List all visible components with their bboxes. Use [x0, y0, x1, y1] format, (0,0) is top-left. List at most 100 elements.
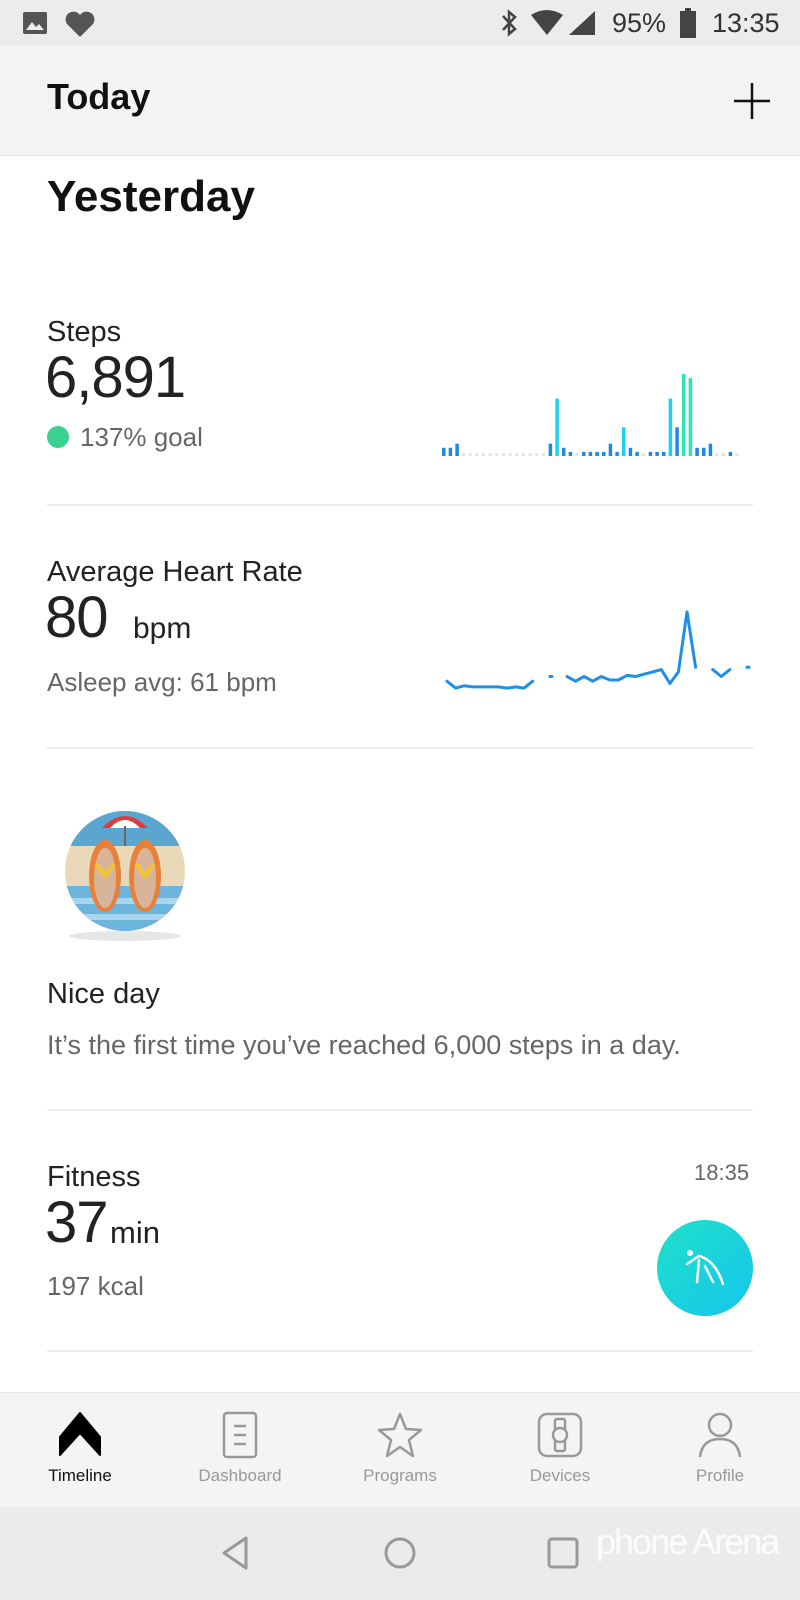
back-icon[interactable]: [220, 1535, 250, 1571]
steps-bar: [728, 451, 733, 456]
steps-bar: [448, 447, 453, 456]
achievement-title: Nice day: [47, 978, 160, 1010]
tab-profile[interactable]: Profile: [640, 1393, 800, 1508]
heart-rate-line: [711, 668, 732, 678]
section-title: Yesterday: [47, 172, 255, 221]
steps-chart: [442, 374, 739, 456]
heart-rate-chart: [445, 610, 751, 690]
page-title: Today: [47, 76, 151, 117]
steps-value: 6,891: [45, 345, 186, 410]
timeline-icon: [59, 1412, 101, 1456]
steps-bar: [722, 453, 725, 456]
system-nav-bar: phone Arena: [0, 1507, 800, 1600]
steps-bar: [555, 398, 559, 456]
steps-bar: [575, 453, 579, 456]
divider: [47, 1109, 753, 1111]
steps-bar: [475, 453, 479, 456]
steps-bar: [702, 447, 706, 456]
steps-bar: [642, 453, 645, 456]
steps-bar: [688, 378, 693, 456]
tab-label: Programs: [363, 1466, 437, 1485]
home-icon[interactable]: [382, 1535, 418, 1571]
divider: [47, 747, 753, 749]
asleep-average: Asleep avg: 61 bpm: [47, 667, 277, 697]
steps-bar: [682, 374, 686, 456]
flip-flops-badge-icon: [65, 811, 185, 941]
steps-bar: [542, 453, 545, 456]
steps-bar: [695, 447, 699, 456]
divider: [47, 1350, 753, 1352]
steps-card[interactable]: Steps 6,891 137% goal: [0, 300, 800, 505]
activity-icon[interactable]: [657, 1220, 753, 1316]
steps-bar: [662, 451, 666, 456]
steps-bar: [528, 453, 532, 456]
fitness-time: 18:35: [694, 1160, 750, 1185]
achievement-card[interactable]: Nice day It’s the first time you’ve reac…: [0, 790, 800, 1090]
steps-bar: [562, 447, 566, 456]
heart-icon: [65, 11, 95, 37]
heart-rate-card[interactable]: Average Heart Rate 80 bpm Asleep avg: 61…: [0, 540, 800, 745]
wifi-icon: [531, 10, 563, 35]
image-icon: [23, 12, 47, 34]
steps-bar: [495, 453, 499, 456]
steps-bar: [715, 453, 719, 456]
heart-rate-line: [445, 679, 535, 690]
steps-goal: 137% goal: [80, 422, 203, 452]
steps-bar: [502, 453, 505, 456]
steps-bar: [735, 453, 739, 456]
steps-bar: [615, 451, 619, 456]
steps-bar: [515, 453, 519, 456]
battery-percent: 95%: [612, 8, 667, 38]
header: Today: [0, 46, 800, 156]
signal-icon: [569, 11, 595, 35]
steps-bar: [535, 453, 539, 456]
steps-bar: [675, 427, 679, 456]
tab-dashboard[interactable]: Dashboard: [160, 1393, 320, 1508]
tab-timeline[interactable]: Timeline: [0, 1393, 160, 1508]
goal-dot-icon: [47, 426, 69, 448]
tab-label: Timeline: [48, 1466, 112, 1485]
steps-bar: [488, 453, 492, 456]
steps-bar: [568, 451, 573, 456]
battery-icon: [680, 8, 696, 38]
steps-bar: [648, 451, 653, 456]
plus-icon[interactable]: [733, 82, 771, 120]
steps-bar: [548, 443, 553, 456]
steps-bar: [628, 447, 633, 456]
bluetooth-icon: [502, 9, 517, 37]
steps-bar: [602, 451, 606, 456]
steps-bar: [595, 451, 599, 456]
watermark: phone Arena: [596, 1521, 780, 1562]
fitness-card[interactable]: Fitness 37 min 197 kcal 18:35: [0, 1145, 800, 1350]
steps-bar: [708, 443, 713, 456]
steps-bar: [588, 451, 593, 456]
divider: [47, 504, 753, 506]
steps-bar: [608, 443, 613, 456]
profile-icon: [698, 1412, 742, 1458]
dashboard-icon: [222, 1411, 258, 1459]
steps-bar: [468, 453, 472, 456]
tab-label: Profile: [695, 1466, 745, 1485]
heart-rate-unit: bpm: [133, 612, 192, 645]
steps-bar: [655, 451, 659, 456]
tab-devices[interactable]: Devices: [480, 1393, 640, 1508]
steps-bar: [462, 453, 465, 456]
fitness-kcal: 197 kcal: [47, 1271, 144, 1301]
star-icon: [377, 1412, 423, 1458]
steps-bar: [622, 427, 626, 456]
steps-bar: [668, 398, 673, 456]
steps-bar: [482, 453, 485, 456]
steps-bar: [582, 451, 586, 456]
tab-programs[interactable]: Programs: [320, 1393, 480, 1508]
bottom-nav: Timeline Dashboard Programs Devices Prof…: [0, 1392, 800, 1507]
steps-bar: [442, 447, 446, 456]
tab-label: Dashboard: [198, 1466, 282, 1485]
fitness-value: 37: [45, 1190, 109, 1255]
steps-bar: [455, 443, 459, 456]
steps-bar: [635, 451, 639, 456]
watch-icon: [537, 1412, 583, 1458]
steps-bar: [522, 453, 525, 456]
heart-rate-line: [565, 610, 698, 685]
recents-icon[interactable]: [546, 1535, 580, 1571]
tab-label: Devices: [529, 1466, 591, 1485]
